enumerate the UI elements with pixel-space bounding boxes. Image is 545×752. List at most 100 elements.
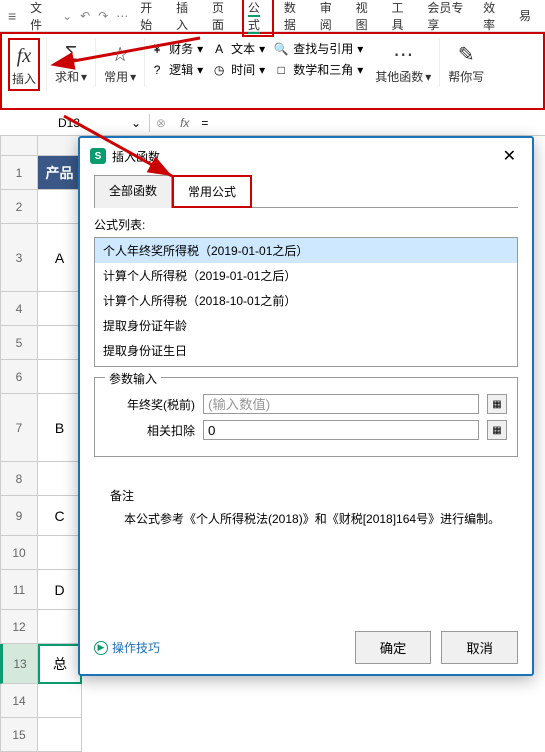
cell[interactable] [38, 610, 82, 644]
tab-common-formulas[interactable]: 常用公式 [172, 175, 252, 208]
fx-icon[interactable]: fx [172, 116, 197, 130]
cell[interactable]: D [38, 570, 82, 610]
cell-reference[interactable]: D13 ⌄ [50, 114, 150, 132]
chevron-down-icon: ▾ [425, 70, 431, 84]
row-header[interactable]: 4 [0, 292, 38, 326]
cell[interactable] [38, 718, 82, 752]
dialog-title: 插入函数 [112, 148, 160, 165]
corner-cell[interactable] [0, 136, 38, 156]
bonus-input[interactable] [203, 394, 479, 414]
app-logo-icon: S [90, 148, 106, 164]
menu-formula[interactable]: 公式 [242, 0, 274, 37]
ai-icon: ✎ [458, 40, 475, 68]
function-item[interactable]: 提取身份证生日 [95, 338, 517, 363]
math-button[interactable]: □数学和三角▾ [273, 61, 363, 78]
clock-icon: ◷ [211, 62, 227, 78]
cell[interactable] [38, 360, 82, 394]
col-header[interactable] [38, 136, 82, 156]
chevron-down-icon[interactable]: ⌄ [62, 9, 72, 23]
cancel-button[interactable]: 取消 [441, 631, 518, 664]
function-item[interactable]: 个人年终奖所得税（2019-01-01之后） [95, 238, 517, 263]
more-icon: ⋯ [393, 40, 413, 68]
logic-button[interactable]: ?逻辑▾ [149, 61, 203, 78]
formula-bar: D13 ⌄ ⊗ fx = [0, 110, 545, 136]
menu-insert[interactable]: 插入 [170, 0, 202, 37]
row-header[interactable]: 5 [0, 326, 38, 360]
cell-selected[interactable]: 总 [38, 644, 82, 684]
cell[interactable]: A [38, 224, 82, 292]
hamburger-icon[interactable]: ≡ [8, 8, 16, 24]
cell[interactable] [38, 326, 82, 360]
row-header[interactable]: 8 [0, 462, 38, 496]
menu-page[interactable]: 页面 [206, 0, 238, 37]
row-header[interactable]: 12 [0, 610, 38, 644]
other-func-button[interactable]: ⋯ 其他函数▾ [373, 38, 433, 87]
insert-function-button[interactable]: fx 插入 [8, 38, 40, 91]
dialog-titlebar[interactable]: S 插入函数 ✕ [80, 138, 532, 174]
time-button[interactable]: ◷时间▾ [211, 61, 265, 78]
finance-button[interactable]: ¥财务▾ [149, 40, 203, 57]
cell[interactable] [38, 462, 82, 496]
param-label: 相关扣除 [105, 422, 195, 439]
row-header[interactable]: 3 [0, 224, 38, 292]
cell[interactable]: C [38, 496, 82, 536]
sum-button[interactable]: Σ 求和▾ [53, 38, 89, 87]
insert-function-dialog: S 插入函数 ✕ 全部函数 常用公式 公式列表: 个人年终奖所得税（2019-0… [78, 136, 534, 676]
text-button[interactable]: A文本▾ [211, 40, 265, 57]
cell[interactable]: B [38, 394, 82, 462]
cell[interactable] [38, 536, 82, 570]
menu-view[interactable]: 视图 [350, 0, 382, 37]
menu-easy[interactable]: 易 [513, 3, 537, 28]
redo-icon[interactable]: ↷ [98, 9, 108, 23]
cell[interactable]: 产品 [38, 156, 82, 190]
range-picker-button[interactable]: ▦ [487, 420, 507, 440]
menu-start[interactable]: 开始 [134, 0, 166, 37]
tips-link[interactable]: ▶ 操作技巧 [94, 639, 160, 656]
menu-review[interactable]: 审阅 [314, 0, 346, 37]
math-icon: □ [273, 62, 289, 78]
chevron-down-icon: ▾ [259, 63, 265, 77]
cell[interactable] [38, 684, 82, 718]
function-item[interactable]: 计算个人所得税（2018-10-01之前） [95, 288, 517, 313]
undo-icon[interactable]: ↶ [80, 9, 90, 23]
search-icon: 🔍 [273, 41, 289, 57]
chevron-down-icon[interactable]: ⌄ [131, 116, 141, 130]
menu-data[interactable]: 数据 [278, 0, 310, 37]
range-picker-button[interactable]: ▦ [487, 394, 507, 414]
row-header[interactable]: 15 [0, 718, 38, 752]
menu-tools[interactable]: 工具 [385, 0, 417, 37]
lookup-button[interactable]: 🔍查找与引用▾ [273, 40, 363, 57]
row-header[interactable]: 11 [0, 570, 38, 610]
play-icon: ▶ [94, 641, 108, 655]
row-header[interactable]: 10 [0, 536, 38, 570]
close-button[interactable]: ✕ [497, 144, 522, 168]
common-button[interactable]: ☆ 常用▾ [102, 38, 138, 87]
tab-all-functions[interactable]: 全部函数 [94, 175, 172, 208]
menu-file[interactable]: 文件 [24, 0, 56, 37]
help-write-button[interactable]: ✎ 帮你写 [446, 38, 486, 87]
cell[interactable] [38, 190, 82, 224]
formula-input[interactable]: = [197, 116, 212, 130]
row-header[interactable]: 7 [0, 394, 38, 462]
row-header[interactable]: 9 [0, 496, 38, 536]
menu-vip[interactable]: 会员专享 [421, 0, 473, 37]
menu-efficiency[interactable]: 效率 [477, 0, 509, 37]
chevron-down-icon: ▾ [130, 70, 136, 84]
chevron-down-icon: ▾ [357, 63, 363, 77]
remark-body: 本公式参考《个人所得税法(2018)》和《财税[2018]164号》进行编制。 [110, 510, 502, 529]
row-header[interactable]: 6 [0, 360, 38, 394]
row-header[interactable]: 2 [0, 190, 38, 224]
cell[interactable] [38, 292, 82, 326]
function-item[interactable]: 提取身份证年龄 [95, 313, 517, 338]
row-header[interactable]: 1 [0, 156, 38, 190]
star-icon: ☆ [111, 40, 129, 68]
remark: 备注 本公式参考《个人所得税法(2018)》和《财税[2018]164号》进行编… [94, 487, 518, 529]
row-header[interactable]: 13 [0, 644, 38, 684]
cancel-icon[interactable]: ⊗ [156, 116, 166, 130]
deduct-input[interactable] [203, 420, 479, 440]
row-header[interactable]: 14 [0, 684, 38, 718]
ok-button[interactable]: 确定 [355, 631, 432, 664]
function-list[interactable]: 个人年终奖所得税（2019-01-01之后） 计算个人所得税（2019-01-0… [94, 237, 518, 367]
chevron-down-icon: ⋯ [116, 9, 128, 23]
function-item[interactable]: 计算个人所得税（2019-01-01之后） [95, 263, 517, 288]
